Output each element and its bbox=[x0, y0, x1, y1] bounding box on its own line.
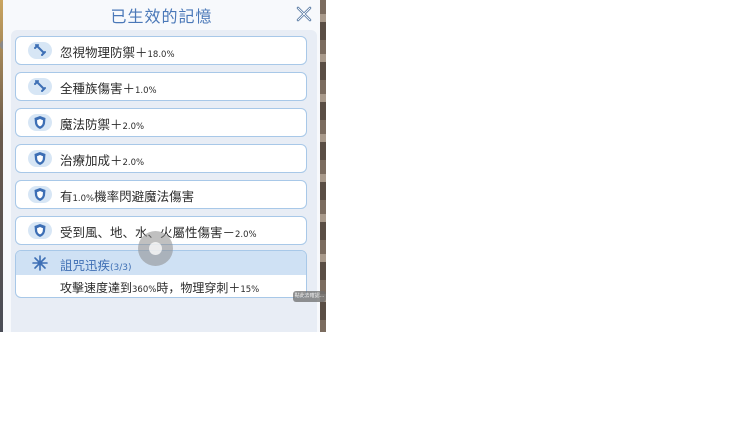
effect-text: 有1.0%機率閃避魔法傷害 bbox=[60, 189, 195, 204]
effect-text: 忽視物理防禦＋18.0% bbox=[60, 45, 175, 60]
sword-icon bbox=[34, 80, 46, 92]
effect-row-magic-evasion: 有1.0%機率閃避魔法傷害 bbox=[15, 180, 307, 209]
shield-icon bbox=[34, 116, 46, 129]
effects-list[interactable]: 忽視物理防禦＋18.0% 全種族傷害＋1.0% 魔法防禦＋2.0% 治療加成＋2… bbox=[11, 30, 317, 332]
effect-row-magic-defense: 魔法防禦＋2.0% bbox=[15, 108, 307, 137]
background-right-strip bbox=[320, 0, 326, 332]
panel-title: 已生效的記憶 bbox=[110, 7, 213, 26]
close-button[interactable] bbox=[295, 5, 313, 23]
set-bonus-effect: 攻擊速度達到360%時，物理穿刺＋15% bbox=[60, 281, 260, 295]
set-bonus-count: (3/3) bbox=[110, 263, 132, 273]
effect-row-ignore-physical-defense: 忽視物理防禦＋18.0% bbox=[15, 36, 307, 65]
sword-icon bbox=[34, 44, 46, 56]
effect-row-all-race-damage: 全種族傷害＋1.0% bbox=[15, 72, 307, 101]
snowflake-icon bbox=[32, 255, 48, 271]
touch-indicator bbox=[138, 231, 173, 266]
effect-text: 全種族傷害＋1.0% bbox=[60, 81, 157, 96]
shield-icon bbox=[34, 188, 46, 201]
effect-text: 魔法防禦＋2.0% bbox=[60, 117, 145, 132]
effect-text: 治療加成＋2.0% bbox=[60, 153, 145, 168]
set-bonus-name: 詛咒迅疾(3/3) bbox=[60, 258, 132, 273]
shield-icon bbox=[34, 152, 46, 165]
overlay-hint-tag[interactable]: 點此去確認... bbox=[293, 291, 326, 302]
effect-row-healing-bonus: 治療加成＋2.0% bbox=[15, 144, 307, 173]
close-x-icon bbox=[296, 6, 312, 22]
shield-icon bbox=[34, 224, 46, 237]
active-memories-panel: 已生效的記憶 忽視物理防禦＋18.0% 全種族傷害＋1.0% 魔法防禦＋2.0%… bbox=[3, 0, 320, 332]
